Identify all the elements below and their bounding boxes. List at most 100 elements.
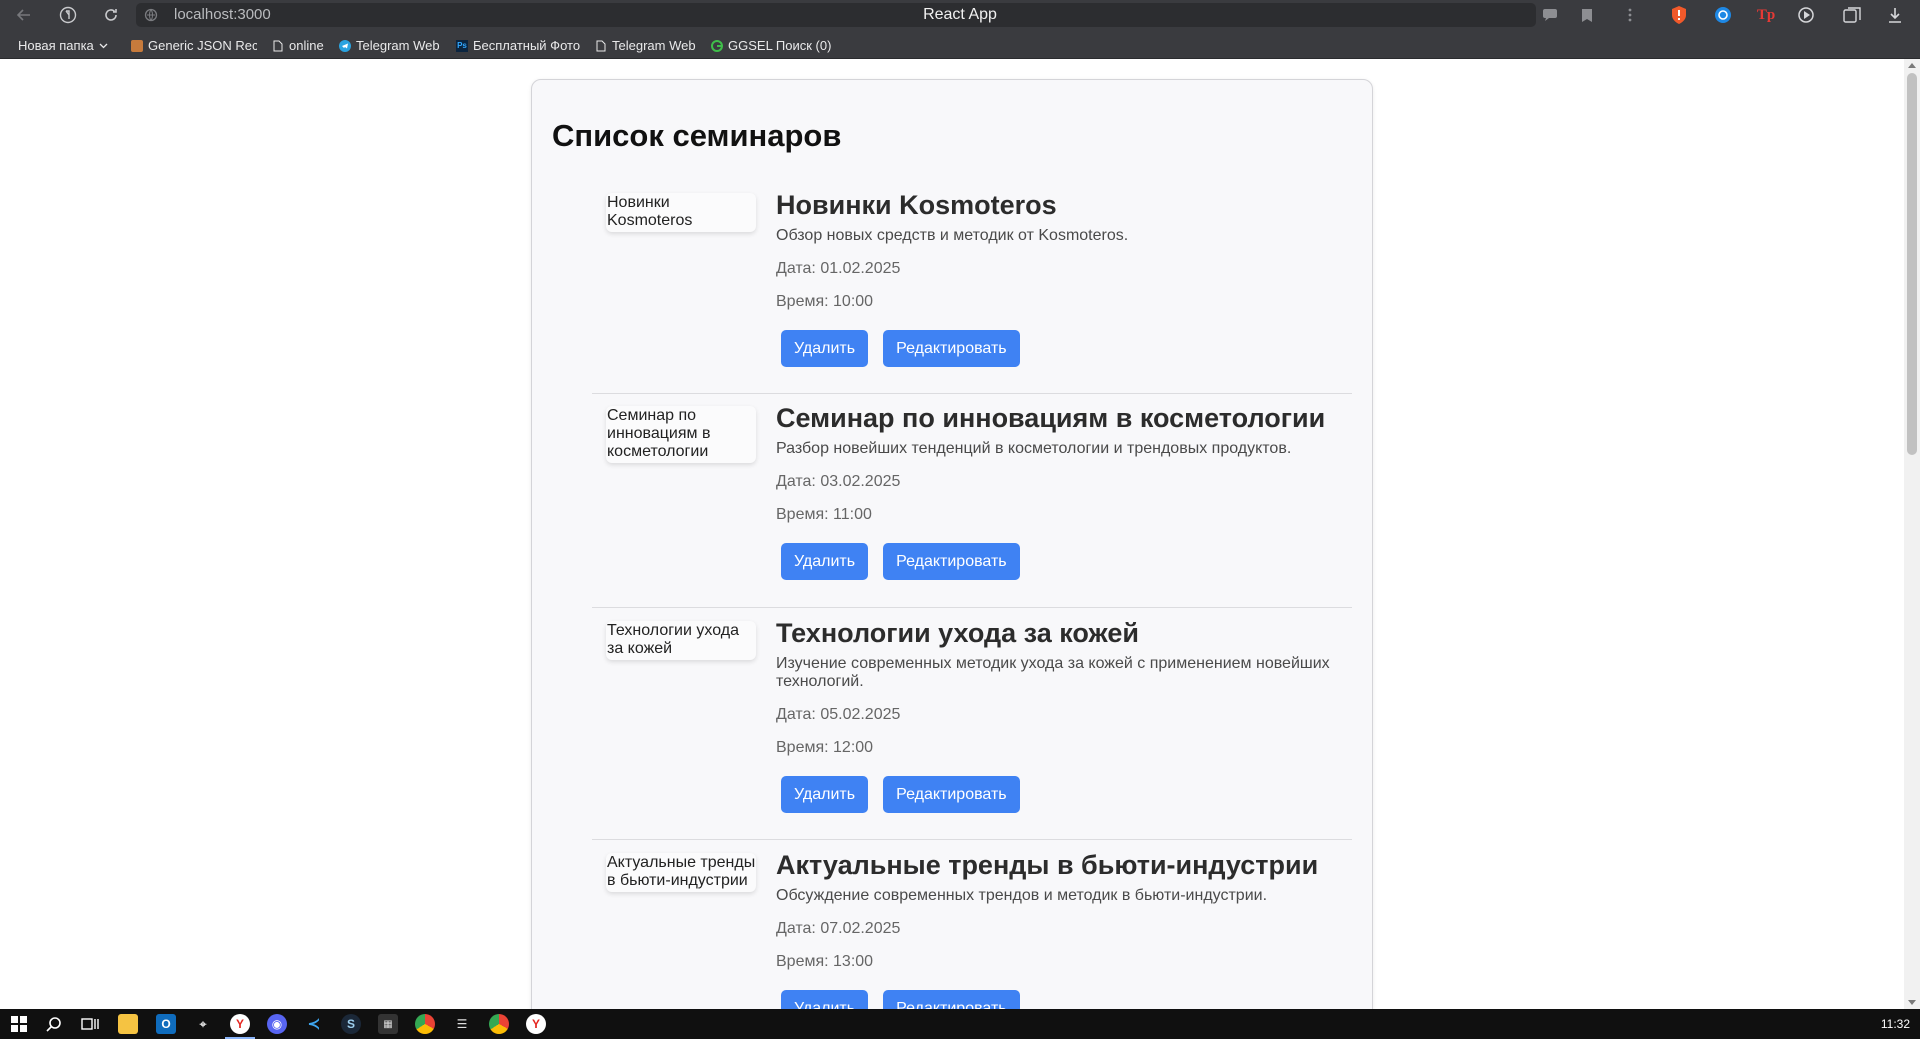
- divider: [592, 607, 1352, 608]
- seminar-date: Дата: 03.02.2025: [776, 473, 901, 490]
- seminar-time: Время: 11:00: [776, 506, 872, 523]
- back-icon[interactable]: [14, 5, 34, 25]
- seminar-title: Новинки Kosmoteros: [776, 190, 1057, 220]
- seminar-image: Семинар по инновациям в косметологии: [606, 406, 756, 463]
- bookmarks-bar: Новая папка Generic JSON Rec online Tele…: [0, 30, 1920, 59]
- seminars-card: Список семинаров Новинки Kosmoteros Нови…: [531, 79, 1373, 1009]
- divider: [592, 393, 1352, 394]
- bookmark-label: Telegram Web: [356, 38, 440, 53]
- page-icon: [273, 40, 283, 51]
- delete-button[interactable]: Удалить: [781, 776, 869, 813]
- windows-start-icon[interactable]: [9, 1014, 29, 1034]
- bookmark-folder[interactable]: Новая папка: [18, 38, 114, 53]
- seminar-actions: Удалить Редактировать: [781, 543, 1346, 580]
- calculator-icon[interactable]: ▦: [378, 1014, 398, 1034]
- reader-mode-icon[interactable]: [1540, 5, 1560, 25]
- yandex-icon-2[interactable]: Y: [526, 1014, 546, 1034]
- outlook-icon[interactable]: O: [156, 1014, 176, 1034]
- page-scrollbar[interactable]: [1904, 59, 1920, 1009]
- yandex-home-icon[interactable]: [58, 5, 78, 25]
- delete-button[interactable]: Удалить: [781, 990, 869, 1009]
- bookmark-free-photo[interactable]: Ps Бесплатный Фото: [456, 38, 583, 53]
- bookmark-online[interactable]: online: [272, 38, 332, 53]
- telegram-icon: [339, 39, 351, 52]
- file-explorer-icon[interactable]: [118, 1014, 138, 1034]
- scroll-up-icon[interactable]: [1908, 63, 1916, 68]
- scroll-thumb[interactable]: [1907, 73, 1917, 455]
- seminar-actions: Удалить Редактировать: [781, 776, 1346, 813]
- seminar-info: Технологии ухода за кожей Изучение совре…: [776, 618, 1346, 813]
- steam-icon[interactable]: S: [341, 1014, 361, 1034]
- bookmark-generic-json[interactable]: Generic JSON Rec: [131, 38, 257, 53]
- more-menu-icon[interactable]: [1620, 5, 1640, 25]
- extension-at-icon[interactable]: [1713, 5, 1733, 25]
- bookmark-icon[interactable]: [1577, 5, 1597, 25]
- seminar-item: Семинар по инновациям в косметологии Сем…: [592, 403, 1352, 580]
- seminar-date: Дата: 07.02.2025: [776, 920, 901, 937]
- bookmark-label: Telegram Web: [612, 38, 696, 53]
- bookmark-label: GGSEL Поиск (0): [728, 38, 832, 53]
- json-icon: [131, 39, 143, 52]
- seminar-date: Дата: 01.02.2025: [776, 260, 901, 277]
- seminar-item: Актуальные тренды в бьюти-индустрии Акту…: [592, 850, 1352, 1009]
- scroll-down-icon[interactable]: [1908, 1000, 1916, 1005]
- seminar-info: Актуальные тренды в бьюти-индустрии Обсу…: [776, 850, 1346, 1009]
- address-bar[interactable]: [136, 3, 1536, 27]
- site-info-icon[interactable]: [144, 8, 158, 22]
- edit-button[interactable]: Редактировать: [883, 330, 1020, 367]
- download-icon[interactable]: [1885, 5, 1905, 25]
- seminar-info: Новинки Kosmoteros Обзор новых средств и…: [776, 190, 1346, 367]
- vscode-icon[interactable]: ≺: [304, 1014, 324, 1034]
- seminar-image: Актуальные тренды в бьюти-индустрии: [606, 853, 756, 892]
- media-play-icon[interactable]: [1798, 5, 1818, 25]
- collections-icon[interactable]: [1842, 5, 1862, 25]
- seminar-item: Новинки Kosmoteros Новинки Kosmoteros Об…: [592, 190, 1352, 367]
- seminar-image: Новинки Kosmoteros: [606, 193, 756, 232]
- edit-button[interactable]: Редактировать: [883, 776, 1020, 813]
- seminar-image: Технологии ухода за кожей: [606, 621, 756, 660]
- seminar-title: Актуальные тренды в бьюти-индустрии: [776, 850, 1319, 880]
- seminar-actions: Удалить Редактировать: [781, 990, 1346, 1009]
- discord-icon[interactable]: ◉: [267, 1014, 287, 1034]
- system-clock[interactable]: 11:32: [1881, 1017, 1910, 1031]
- page-viewport: Список семинаров Новинки Kosmoteros Нови…: [0, 59, 1904, 1009]
- task-view-icon[interactable]: [80, 1014, 100, 1034]
- seminar-time: Время: 13:00: [776, 953, 874, 970]
- seminar-item: Технологии ухода за кожей Технологии ухо…: [592, 618, 1352, 813]
- seminar-title: Семинар по инновациям в косметологии: [776, 403, 1326, 433]
- photoshop-icon: Ps: [456, 39, 468, 52]
- chevron-down-icon: [99, 43, 108, 48]
- page-icon: [596, 40, 606, 51]
- bookmark-label: online: [289, 38, 324, 53]
- bookmark-telegram-web-2[interactable]: Telegram Web: [595, 38, 700, 53]
- settings-sliders-icon[interactable]: ☰: [452, 1014, 472, 1034]
- bookmark-telegram-web[interactable]: Telegram Web: [339, 38, 444, 53]
- seminar-description: Обзор новых средств и методик от Kosmote…: [776, 227, 1129, 244]
- bookmark-label: Бесплатный Фото: [473, 38, 581, 53]
- yandex-browser-icon[interactable]: Y: [230, 1014, 250, 1034]
- edit-button[interactable]: Редактировать: [883, 543, 1020, 580]
- extension-tp-icon[interactable]: Tp: [1756, 5, 1776, 25]
- reload-icon[interactable]: [101, 5, 121, 25]
- delete-button[interactable]: Удалить: [781, 543, 869, 580]
- os-taskbar: O ⌖ Y ◉ ≺ S ▦ ☰ Y 11:32: [0, 1009, 1920, 1039]
- chrome-icon-2[interactable]: [489, 1014, 509, 1034]
- seminar-description: Изучение современных методик ухода за ко…: [776, 655, 1330, 690]
- adblock-shield-icon[interactable]: [1669, 5, 1689, 25]
- edit-button[interactable]: Редактировать: [883, 990, 1020, 1009]
- divider: [592, 839, 1352, 840]
- seminar-title: Технологии ухода за кожей: [776, 618, 1139, 648]
- bookmark-ggsel[interactable]: GGSEL Поиск (0): [711, 38, 841, 53]
- seminar-date: Дата: 05.02.2025: [776, 706, 901, 723]
- search-icon[interactable]: [44, 1014, 64, 1034]
- bookmark-label: Generic JSON Rec: [148, 38, 257, 53]
- chrome-icon[interactable]: [415, 1014, 435, 1034]
- browser-titlebar: localhost:3000 React App Tp: [0, 0, 1920, 30]
- seminar-time: Время: 10:00: [776, 293, 874, 310]
- seminar-description: Обсуждение современных трендов и методик…: [776, 887, 1268, 904]
- delete-button[interactable]: Удалить: [781, 330, 869, 367]
- url-text[interactable]: localhost:3000: [174, 6, 271, 23]
- pin-app-icon[interactable]: ⌖: [193, 1014, 213, 1034]
- bookmark-label: Новая папка: [18, 38, 94, 53]
- seminar-description: Разбор новейших тенденций в косметологии…: [776, 440, 1292, 457]
